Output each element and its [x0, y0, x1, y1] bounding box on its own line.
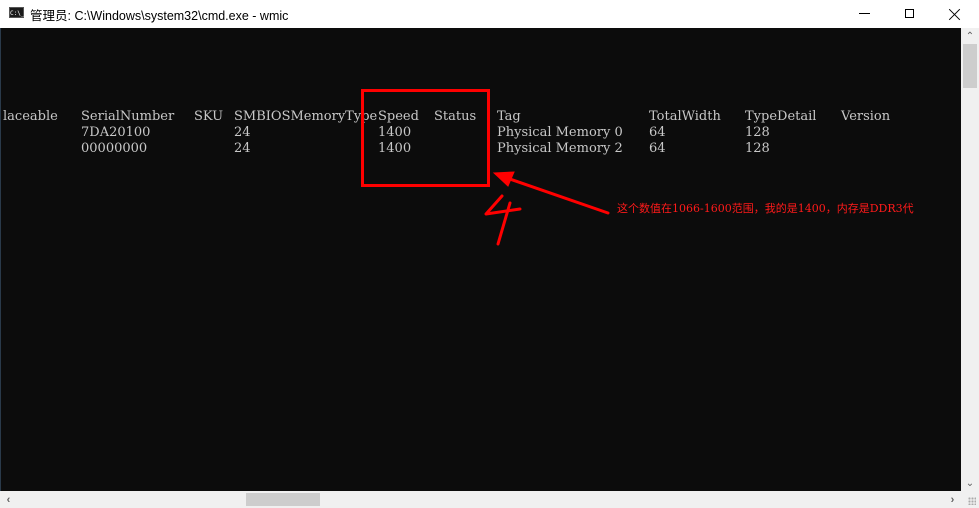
column-header-version: Version	[841, 109, 891, 124]
table-cell-total-width: 64	[649, 141, 666, 156]
annotation-highlight-box	[361, 89, 490, 187]
horizontal-scroll-thumb[interactable]	[246, 493, 320, 506]
chevron-down-icon[interactable]: ⌄	[961, 475, 979, 491]
column-header-sku: SKU	[194, 109, 224, 124]
maximize-button[interactable]	[886, 0, 932, 27]
maximize-icon	[904, 9, 914, 18]
table-cell-type-detail: 128	[745, 125, 770, 140]
close-icon	[949, 8, 961, 20]
title-bar[interactable]: C:\_ 管理员: C:\Windows\system32\cmd.exe - …	[0, 0, 979, 27]
table-cell-serial-number: 00000000	[81, 141, 148, 156]
chevron-right-icon[interactable]: ›	[944, 491, 961, 508]
chevron-up-icon[interactable]: ⌃	[961, 28, 979, 44]
annotation-note: 这个数值在1066-1600范围，我的是1400，内存是DDR3代	[617, 202, 914, 215]
cmd-app-icon[interactable]: C:\_	[9, 7, 24, 18]
table-cell-total-width: 64	[649, 125, 666, 140]
vertical-scroll-thumb[interactable]	[963, 44, 977, 88]
column-header-replaceable: laceable	[3, 109, 58, 124]
close-button[interactable]	[932, 0, 978, 27]
table-cell-tag: Physical Memory 2	[497, 141, 623, 156]
column-header-serial-number: SerialNumber	[81, 109, 175, 124]
window-title: 管理员: C:\Windows\system32\cmd.exe - wmic	[30, 9, 289, 23]
table-cell-tag: Physical Memory 0	[497, 125, 623, 140]
column-header-total-width: TotalWidth	[649, 109, 721, 124]
column-header-smbios-memory-type: SMBIOSMemoryType	[234, 109, 378, 124]
table-cell-type-detail: 128	[745, 141, 770, 156]
vertical-scrollbar[interactable]: ⌃ ⌄	[961, 28, 979, 491]
table-cell-serial-number: 7DA20100	[81, 125, 151, 140]
resize-grip-icon[interactable]	[961, 491, 979, 508]
minimize-button[interactable]	[841, 0, 887, 27]
column-header-tag: Tag	[497, 109, 521, 124]
column-header-type-detail: TypeDetail	[745, 109, 817, 124]
horizontal-scrollbar[interactable]: ‹ ›	[0, 491, 961, 508]
table-cell-smbios-memory-type: 24	[234, 125, 251, 140]
minimize-icon	[858, 13, 870, 14]
chevron-left-icon[interactable]: ‹	[0, 491, 17, 508]
table-cell-smbios-memory-type: 24	[234, 141, 251, 156]
